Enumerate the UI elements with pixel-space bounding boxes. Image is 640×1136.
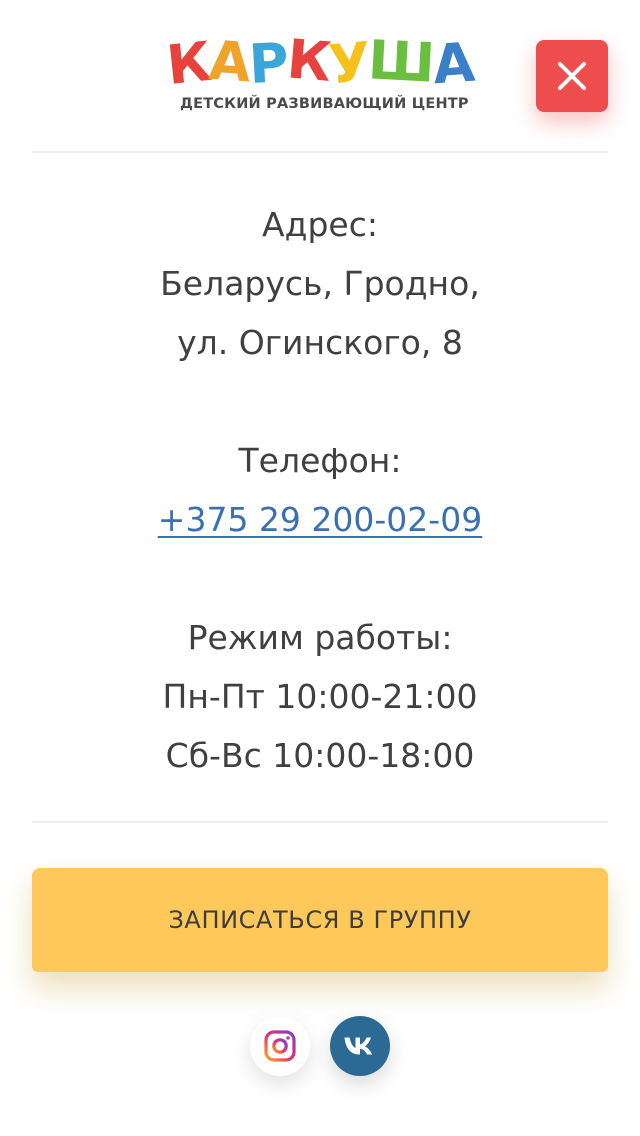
- signup-button-label: ЗАПИСАТЬСЯ В ГРУППУ: [168, 906, 472, 934]
- divider: [32, 821, 608, 823]
- close-icon: [558, 62, 586, 90]
- logo-tagline: ДЕТСКИЙ РАЗВИВАЮЩИЙ ЦЕНТР: [180, 96, 469, 112]
- phone-label: Телефон:: [238, 441, 402, 480]
- signup-button[interactable]: ЗАПИСАТЬСЯ В ГРУППУ: [32, 868, 608, 972]
- hours-weekend: Сб-Вс 10:00-18:00: [165, 736, 475, 775]
- hours-weekdays: Пн-Пт 10:00-21:00: [162, 677, 478, 716]
- instagram-button[interactable]: [250, 1016, 310, 1076]
- vk-button[interactable]: [330, 1016, 390, 1076]
- logo[interactable]: К А Р К У Ш А ДЕТСКИЙ РАЗВИВАЮЩИЙ ЦЕНТР: [164, 27, 475, 120]
- logo-letter: А: [430, 30, 476, 97]
- logo-letter: К: [284, 27, 332, 94]
- logo-letter: У: [326, 30, 372, 97]
- logo-letter: А: [207, 28, 252, 95]
- logo-wordmark: К А Р К У Ш А: [164, 27, 475, 97]
- address-line-2: ул. Огинского, 8: [177, 323, 463, 362]
- phone-link[interactable]: +375 29 200-02-09: [158, 500, 482, 539]
- logo-letter: Ш: [366, 28, 435, 95]
- contact-info: Адрес: Беларусь, Гродно, ул. Огинского, …: [0, 195, 640, 785]
- logo-letter: К: [163, 29, 213, 98]
- hours-label: Режим работы:: [187, 618, 453, 657]
- header: К А Р К У Ш А ДЕТСКИЙ РАЗВИВАЮЩИЙ ЦЕНТР: [0, 0, 640, 152]
- logo-letter: Р: [247, 31, 289, 96]
- contact-menu-page: К А Р К У Ш А ДЕТСКИЙ РАЗВИВАЮЩИЙ ЦЕНТР …: [0, 0, 640, 1136]
- divider: [32, 151, 608, 153]
- instagram-icon: [264, 1030, 296, 1062]
- address-label: Адрес:: [262, 205, 378, 244]
- phone-row: +375 29 200-02-09: [0, 490, 640, 549]
- vk-icon: [344, 1037, 372, 1055]
- close-button[interactable]: [536, 40, 608, 112]
- address-line-1: Беларусь, Гродно,: [160, 264, 480, 303]
